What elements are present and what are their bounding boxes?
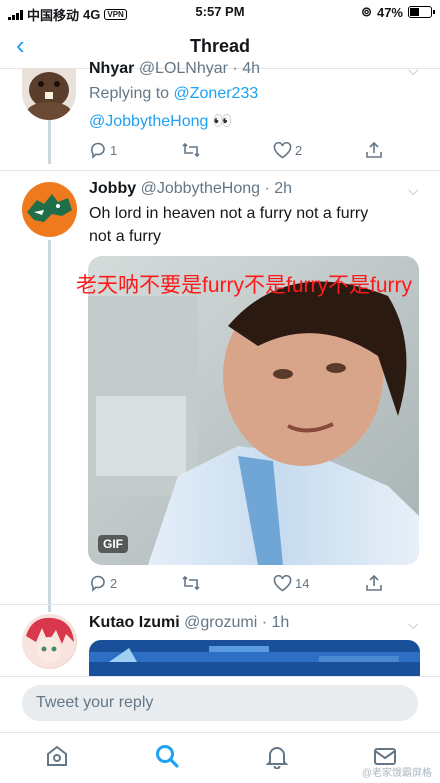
author-handle[interactable]: @grozumi [184, 614, 257, 631]
author-name[interactable]: Jobby [89, 180, 136, 197]
beaver-avatar-icon [27, 72, 71, 120]
tweet-divider [0, 170, 440, 171]
chevron-down-icon[interactable]: ⌵ [408, 616, 419, 633]
thread-connector-line [48, 120, 51, 164]
reply-button[interactable]: 2 [89, 574, 181, 592]
tweet-header: Jobby @JobbytheHong · 2h [89, 180, 292, 198]
heart-icon [273, 141, 292, 158]
tweet-header: Kutao Izumi @grozumi · 1h [89, 614, 289, 632]
heart-icon [273, 574, 292, 591]
tweet-time: · 2h [264, 180, 293, 197]
gif-caption-text: 老天呐不要是furry不是furry不是furry [76, 274, 412, 297]
author-name[interactable]: Kutao Izumi [89, 614, 180, 631]
reply-icon [91, 575, 105, 592]
thread-connector-line [48, 240, 51, 612]
replying-to-link[interactable]: @Zoner233 [174, 85, 259, 102]
like-button[interactable]: 2 [273, 141, 365, 159]
orientation-lock-icon: ⊚ [361, 4, 372, 19]
replying-to-line: Replying to @Zoner233 [89, 82, 258, 105]
anime-avatar-icon [22, 614, 76, 668]
tweet-text: Oh lord in heaven not a furry not a furr… [89, 202, 409, 248]
page-title: Thread [189, 36, 250, 56]
media-image [89, 640, 420, 676]
tab-notifications[interactable] [264, 743, 290, 770]
reply-count: 1 [110, 142, 118, 158]
author-name[interactable]: Nhyar [89, 60, 134, 77]
like-count: 14 [295, 575, 310, 591]
gif-badge: GIF [98, 535, 128, 553]
battery-percent: 47% [376, 4, 403, 20]
tweet-header: Nhyar @LOLNhyar · 4h [89, 60, 260, 78]
tweet-divider [0, 604, 440, 605]
share-icon [366, 574, 382, 591]
home-icon [47, 745, 67, 766]
notifications-icon [265, 747, 289, 770]
tab-home[interactable] [44, 743, 70, 769]
avatar[interactable] [22, 614, 77, 669]
eyes-emoji: 👀 [212, 113, 233, 130]
author-handle[interactable]: @JobbytheHong [141, 180, 260, 197]
tweet-time: · 1h [261, 614, 290, 631]
gif-media[interactable] [88, 256, 419, 565]
tweet-text-line: Oh lord in heaven not a furry not a furr… [89, 205, 369, 222]
tweet-text-line: not a furry [89, 228, 162, 245]
chevron-down-icon[interactable]: ⌵ [408, 62, 419, 79]
share-button[interactable] [365, 141, 440, 159]
retweet-button[interactable] [181, 574, 273, 592]
reply-icon [91, 142, 105, 159]
tweet-text: @JobbytheHong 👀 [89, 110, 233, 133]
retweet-icon [182, 142, 200, 158]
tab-search[interactable] [154, 743, 180, 769]
dragon-avatar-icon [27, 194, 72, 222]
battery-icon [408, 6, 435, 18]
status-right: ⊚ 47% [361, 4, 435, 20]
tweet-actions: 2 14 [89, 574, 440, 592]
watermark: @老家饿霸屏格 [361, 768, 432, 779]
like-count: 2 [295, 142, 303, 158]
tweet-time: · 4h [232, 60, 261, 77]
tweet-reply-input[interactable] [22, 685, 418, 721]
search-icon [156, 745, 179, 768]
chevron-down-icon[interactable]: ⌵ [408, 182, 419, 199]
retweet-button[interactable] [181, 141, 273, 159]
share-icon [366, 141, 382, 158]
status-bar: 中国移动 4G VPN 5:57 PM ⊚ 47% [0, 0, 440, 24]
reply-count: 2 [110, 575, 118, 591]
like-button[interactable]: 14 [273, 574, 365, 592]
avatar[interactable] [22, 68, 76, 120]
reply-button[interactable]: 1 [89, 141, 181, 159]
share-button[interactable] [365, 574, 440, 592]
battery-level-fill [410, 8, 420, 16]
author-handle[interactable]: @LOLNhyar [139, 60, 228, 77]
retweet-icon [182, 575, 200, 591]
replying-to-label: Replying to [89, 85, 170, 102]
media-preview[interactable] [89, 640, 420, 676]
tweet-actions: 1 2 [89, 141, 440, 159]
gif-image [88, 256, 419, 565]
avatar[interactable] [22, 182, 77, 237]
mention-link[interactable]: @JobbytheHong [89, 113, 208, 130]
